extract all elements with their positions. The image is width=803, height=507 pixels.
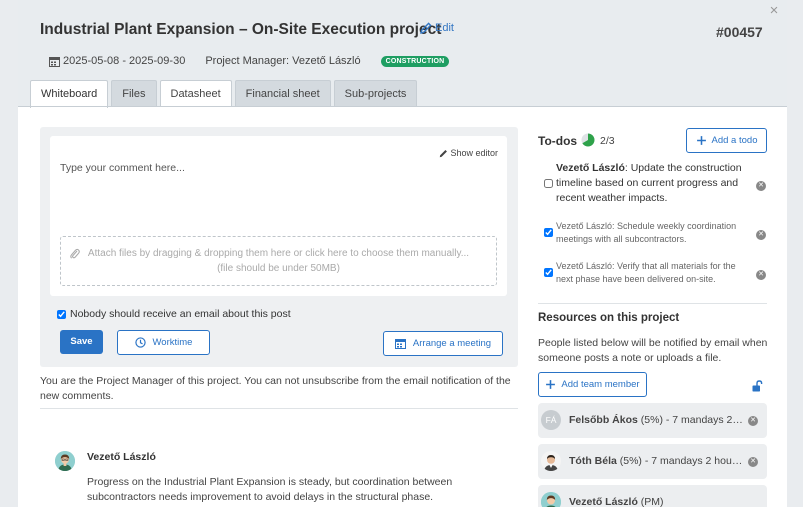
attach-text: Attach files by dragging & dropping them… (87, 248, 470, 259)
person-avatar-icon (541, 492, 561, 507)
add-member-label: Add team member (561, 379, 640, 390)
file-drop-zone[interactable]: Attach files by dragging & dropping them… (60, 236, 497, 286)
person-avatar-icon (541, 451, 561, 471)
tab-files[interactable]: Files (111, 80, 157, 107)
add-todo-label: Add a todo (711, 135, 758, 146)
todo-checkbox[interactable] (544, 268, 553, 277)
member-name: Felsőbb Ákos (569, 414, 638, 426)
todos-title: To-dos (538, 134, 578, 148)
tab-sub-projects[interactable]: Sub-projects (333, 80, 418, 107)
paperclip-icon (70, 248, 80, 259)
resources-title: Resources on this project (538, 312, 680, 324)
todo-text: Vezető László: Verify that all materials… (556, 260, 742, 286)
divider (40, 408, 518, 409)
member-detail: (5%) - 7 mandays 2 h... (637, 414, 745, 426)
remove-todo-icon[interactable]: ✕ (756, 181, 766, 191)
no-email-label: Nobody should receive an email about thi… (70, 308, 291, 320)
clock-icon (134, 337, 146, 348)
todo-progress-icon (581, 133, 595, 147)
remove-member-icon[interactable]: ✕ (748, 416, 758, 426)
edit-link[interactable]: Edit (420, 22, 454, 34)
member-text: Vezető László (PM) (569, 496, 745, 507)
unlock-icon[interactable] (752, 380, 763, 392)
page-title: Industrial Plant Expansion – On-Site Exe… (40, 21, 442, 38)
avatar (55, 451, 75, 471)
no-email-option[interactable]: Nobody should receive an email about thi… (57, 308, 291, 320)
edit-label: Edit (435, 22, 454, 34)
person-avatar-icon (55, 451, 75, 471)
header-divider (18, 106, 787, 107)
post-author: Vezető László (87, 451, 156, 463)
todo-author: Vezető László (556, 221, 613, 231)
tab-financial-sheet[interactable]: Financial sheet (234, 80, 331, 107)
project-id: #00457 (716, 24, 763, 40)
todo-text: Vezető László: Update the construction t… (556, 161, 742, 206)
show-editor-link[interactable]: Show editor (439, 148, 498, 158)
project-meta: 2025-05-08 - 2025-09-30 Project Manager:… (49, 55, 450, 67)
comment-panel: Show editor Attach files by dragging & d… (40, 127, 518, 367)
worktime-button[interactable]: Worktime (117, 330, 210, 355)
remove-member-icon[interactable]: ✕ (748, 457, 758, 467)
member-name: Vezető László (569, 496, 638, 507)
status-badge: CONSTRUCTION (380, 55, 450, 67)
calendar-icon (49, 56, 60, 67)
todo-checkbox[interactable] (544, 228, 553, 237)
attach-limit: (file should be under 50MB) (217, 263, 340, 274)
add-team-member-button[interactable]: Add team member (538, 372, 647, 397)
avatar (541, 492, 561, 507)
arrange-meeting-button[interactable]: Arrange a meeting (383, 331, 503, 356)
member-text: Felsőbb Ákos (5%) - 7 mandays 2 h... (569, 414, 745, 426)
pm-unsubscribe-note: You are the Project Manager of this proj… (40, 375, 511, 402)
team-member: Tóth Béla (5%) - 7 mandays 2 hour 2... ✕ (538, 444, 767, 479)
close-icon[interactable]: × (766, 3, 782, 19)
comment-input[interactable] (60, 162, 420, 174)
date-range: 2025-05-08 - 2025-09-30 (63, 55, 186, 67)
plus-icon (546, 380, 556, 389)
add-todo-button[interactable]: Add a todo (686, 128, 767, 153)
divider (538, 303, 767, 304)
member-detail: (PM) (637, 496, 664, 507)
todo-checkbox[interactable] (544, 179, 553, 188)
meeting-label: Arrange a meeting (412, 338, 492, 349)
remove-todo-icon[interactable]: ✕ (756, 270, 766, 280)
team-member: Vezető László (PM) (538, 485, 767, 507)
project-modal: × Industrial Plant Expansion – On-Site E… (18, 0, 787, 507)
pencil-icon (420, 22, 432, 34)
resources-note: People listed below will be notified by … (538, 337, 768, 364)
remove-todo-icon[interactable]: ✕ (756, 230, 766, 240)
worktime-label: Worktime (152, 337, 193, 348)
avatar (541, 451, 561, 471)
modal-header: × Industrial Plant Expansion – On-Site E… (18, 0, 787, 108)
plus-icon (696, 136, 706, 145)
todo-count: 2/3 (600, 135, 615, 147)
team-member: FÁ Felsőbb Ákos (5%) - 7 mandays 2 h... … (538, 403, 767, 438)
comment-box: Show editor Attach files by dragging & d… (50, 136, 507, 296)
save-button[interactable]: Save (60, 330, 103, 354)
member-detail: (5%) - 7 mandays 2 hour 2... (616, 455, 745, 467)
todo-text: Vezető László: Schedule weekly coordinat… (556, 220, 742, 246)
show-editor-label: Show editor (450, 148, 498, 158)
member-text: Tóth Béla (5%) - 7 mandays 2 hour 2... (569, 455, 745, 467)
todo-author: Vezető László (556, 261, 613, 271)
post-text: Progress on the Industrial Plant Expansi… (87, 476, 453, 503)
member-name: Tóth Béla (569, 455, 617, 467)
tab-bar: Whiteboard Files Datasheet Financial she… (30, 80, 418, 108)
project-manager: Project Manager: Vezető László (205, 55, 361, 67)
todo-author: Vezető László (556, 162, 625, 174)
calendar-icon (394, 339, 406, 349)
no-email-checkbox[interactable] (57, 309, 66, 319)
tab-whiteboard[interactable]: Whiteboard (30, 80, 109, 108)
avatar: FÁ (541, 410, 561, 430)
tab-datasheet[interactable]: Datasheet (159, 80, 232, 107)
pencil-icon (440, 149, 448, 157)
